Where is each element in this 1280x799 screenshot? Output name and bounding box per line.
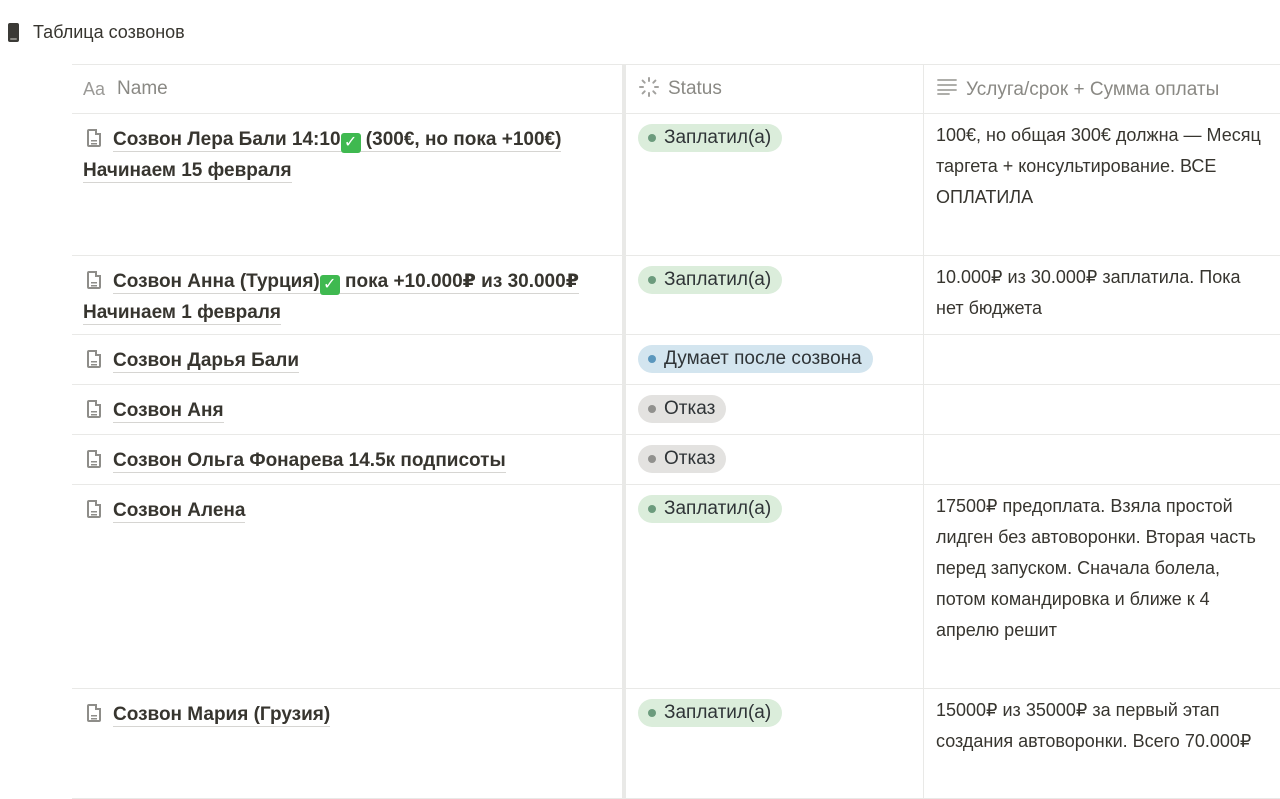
table-header: Aa Name Status Услуга/срок + Сумма оплат…: [72, 65, 1280, 114]
table-row[interactable]: Созвон Лера Бали 14:10 ✓ (300€, но пока +…: [72, 114, 1280, 256]
note-cell[interactable]: 10.000₽ из 30.000₽ заплатила. Пока нет б…: [924, 252, 1280, 334]
row-name[interactable]: Созвон Аня: [113, 400, 224, 423]
column-header-name-label: Name: [117, 78, 168, 99]
status-cell[interactable]: Заплатил(а): [626, 256, 924, 334]
column-header-status[interactable]: Status: [626, 65, 924, 113]
status-cell[interactable]: Заплатил(а): [626, 689, 924, 798]
table-row[interactable]: Созвон Аня Отказ: [72, 385, 1280, 435]
status-dot: [648, 709, 656, 717]
row-name-line2[interactable]: Начинаем 1 февраля: [83, 302, 282, 325]
status-cell[interactable]: Думает после созвона: [626, 335, 924, 384]
name-cell[interactable]: Созвон Дарья Бали: [72, 335, 626, 384]
database-table: Aa Name Status Услуга/срок + Сумма оплат…: [72, 64, 1280, 799]
status-badge[interactable]: Отказ: [638, 395, 727, 423]
status-cell[interactable]: Отказ: [626, 385, 924, 434]
table-row[interactable]: Созвон Мария (Грузия) Заплатил(а) 15000₽…: [72, 689, 1280, 799]
name-cell[interactable]: Созвон Анна (Турция) ✓ пока +10.000₽ из 3…: [72, 256, 626, 334]
row-name[interactable]: Созвон Мария (Грузия): [113, 704, 331, 727]
note-cell[interactable]: [924, 331, 1280, 384]
table-row[interactable]: Созвон Алена Заплатил(а) 17500₽ предопла…: [72, 485, 1280, 689]
status-badge[interactable]: Отказ: [638, 445, 727, 473]
status-badge[interactable]: Заплатил(а): [638, 699, 783, 727]
status-cell[interactable]: Отказ: [626, 435, 924, 484]
column-header-status-label: Status: [668, 78, 722, 99]
page-icon: [87, 400, 101, 418]
name-cell[interactable]: Созвон Ольга Фонарева 14.5к подписоты: [72, 435, 626, 484]
database-title-text: Таблица созвонов: [33, 21, 185, 42]
row-name[interactable]: Созвон Лера Бали 14:10 ✓ (300€, но пока +…: [113, 129, 562, 153]
check-mark-icon: ✓: [319, 275, 340, 295]
table-row[interactable]: Созвон Ольга Фонарева 14.5к подписоты От…: [72, 435, 1280, 485]
status-badge[interactable]: Заплатил(а): [638, 495, 783, 523]
note-cell[interactable]: 15000₽ из 35000₽ за первый этап создания…: [924, 685, 1280, 798]
text-property-icon: Aa: [83, 78, 106, 99]
database-title[interactable]: Таблица созвонов: [8, 20, 185, 44]
check-mark-icon: ✓: [340, 133, 361, 153]
status-dot: [648, 405, 656, 413]
row-name[interactable]: Созвон Анна (Турция) ✓ пока +10.000₽ из 3…: [113, 271, 579, 295]
column-header-note-label: Услуга/срок + Сумма оплаты: [966, 78, 1220, 100]
page-icon: [87, 704, 101, 722]
row-name[interactable]: Созвон Алена: [113, 500, 246, 523]
row-name-line2[interactable]: Начинаем 15 февраля: [83, 160, 292, 183]
row-name[interactable]: Созвон Дарья Бали: [113, 350, 300, 373]
page-icon: [87, 271, 101, 289]
status-dot: [648, 134, 656, 142]
note-cell[interactable]: 17500₽ предоплата. Взяла простой лидген …: [924, 481, 1280, 688]
status-dot: [648, 455, 656, 463]
text-lines-icon: [936, 74, 958, 105]
status-badge[interactable]: Думает после созвона: [638, 345, 873, 373]
page-icon: [87, 500, 101, 518]
page-icon: [87, 350, 101, 368]
name-cell[interactable]: Созвон Мария (Грузия): [72, 689, 626, 798]
status-cell[interactable]: Заплатил(а): [626, 485, 924, 688]
table-row[interactable]: Созвон Дарья Бали Думает после созвона: [72, 335, 1280, 385]
status-loading-icon: [638, 76, 660, 103]
status-dot: [648, 276, 656, 284]
page-icon: [87, 450, 101, 468]
note-cell[interactable]: [924, 431, 1280, 484]
status-dot: [648, 505, 656, 513]
table-row[interactable]: Созвон Анна (Турция) ✓ пока +10.000₽ из 3…: [72, 256, 1280, 335]
page-icon: [87, 129, 101, 147]
status-dot: [648, 355, 656, 363]
name-cell[interactable]: Созвон Алена: [72, 485, 626, 688]
row-name[interactable]: Созвон Ольга Фонарева 14.5к подписоты: [113, 450, 506, 473]
status-cell[interactable]: Заплатил(а): [626, 114, 924, 255]
note-cell[interactable]: 100€, но общая 300€ должна — Месяц тарге…: [924, 110, 1280, 255]
status-badge[interactable]: Заплатил(а): [638, 266, 783, 294]
name-cell[interactable]: Созвон Аня: [72, 385, 626, 434]
note-cell[interactable]: [924, 381, 1280, 434]
column-header-name[interactable]: Aa Name: [72, 65, 626, 113]
name-cell[interactable]: Созвон Лера Бали 14:10 ✓ (300€, но пока +…: [72, 114, 626, 255]
document-icon: [8, 22, 19, 42]
column-header-note[interactable]: Услуга/срок + Сумма оплаты: [924, 65, 1280, 113]
status-badge[interactable]: Заплатил(а): [638, 124, 783, 152]
